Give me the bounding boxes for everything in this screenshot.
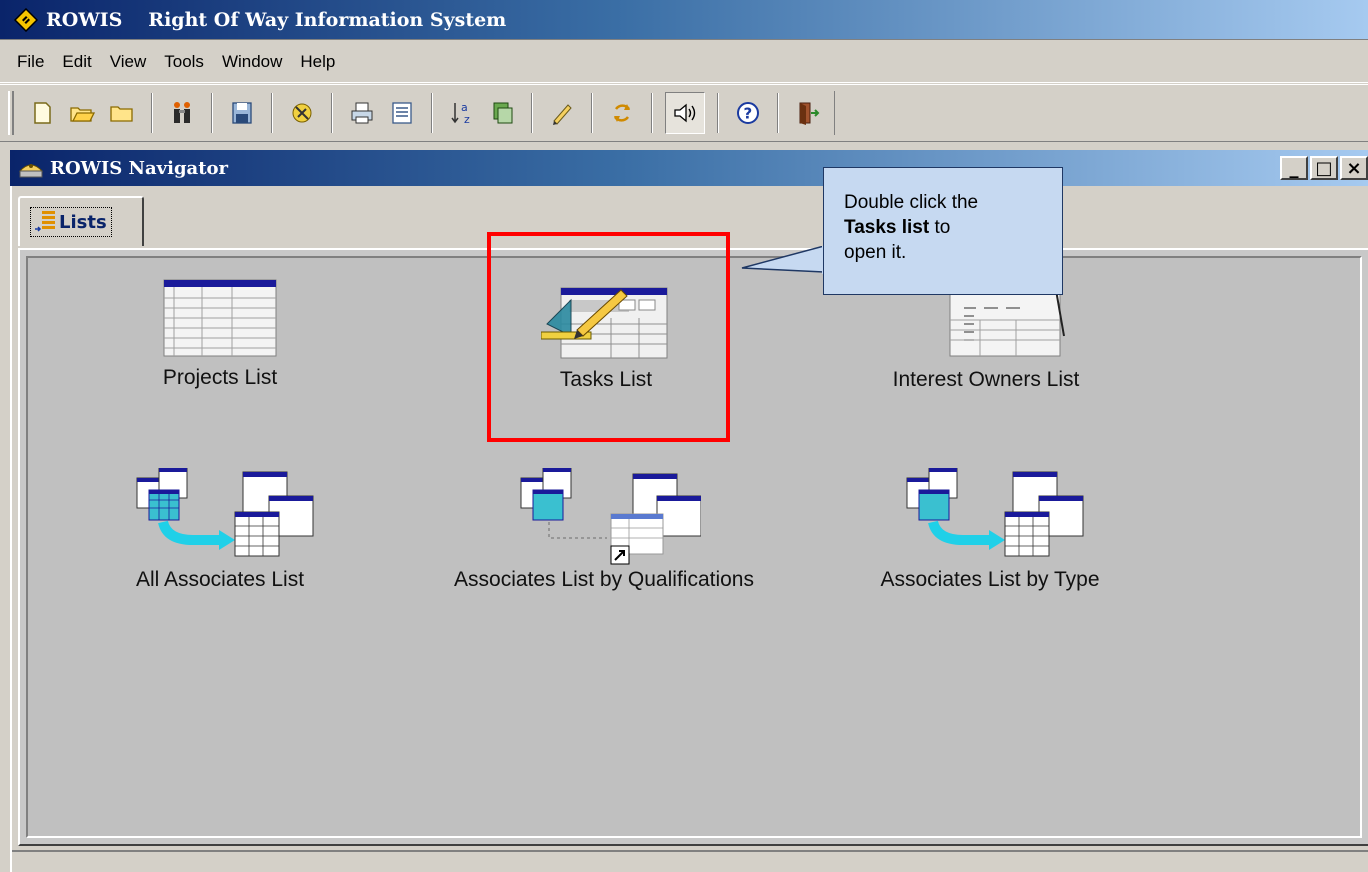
help-button[interactable]: ? [731,94,765,132]
sort-button[interactable]: az [445,94,479,132]
app-full-name: Right Of Way Information System [148,8,507,31]
help-icon: ? [737,102,759,124]
navigator-icon [18,164,44,178]
close-button[interactable]: × [1340,156,1368,180]
folder-button[interactable] [105,94,139,132]
projects-list-item[interactable]: Projects List [60,278,380,390]
projects-list-label: Projects List [162,366,278,389]
tab-focus-ring: Lists [30,207,112,237]
preview-button[interactable] [385,94,419,132]
callout-bold-text: Tasks list [844,217,930,238]
tasks-button[interactable] [285,94,319,132]
toolbar-grip[interactable] [8,91,14,135]
refresh-icon [613,104,631,122]
associates-qualifications-icon [520,468,701,565]
associates-qualifications-list-label: Associates List by Qualifications [454,568,754,591]
exit-button[interactable] [791,94,825,132]
interest-owners-list-label: Interest Owners List [892,368,1080,391]
associates-type-icon [906,468,1084,557]
toolbar-separator [271,93,273,133]
maximize-button[interactable]: □ [1310,156,1338,180]
interest-owners-list-icon [949,287,1065,357]
open-folder-icon [70,107,96,122]
menu-help[interactable]: Help [291,48,344,76]
toolbar-separator [151,93,153,133]
window-controls: _ □ × [1278,156,1368,180]
toolbar-separator [777,93,779,133]
toolbar-separator [591,93,593,133]
toolbar-separator [531,93,533,133]
sound-icon [674,103,696,123]
edit-button[interactable] [545,94,579,132]
find-people-button[interactable] [165,94,199,132]
open-button[interactable] [65,94,99,132]
tab-lists-label: Lists [59,211,107,233]
svg-text:?: ? [744,105,753,123]
associates-type-list-label: Associates List by Type [880,568,1100,591]
svg-text:z: z [464,113,470,126]
menu-edit[interactable]: Edit [53,48,100,76]
menu-view[interactable]: View [101,48,156,76]
save-button[interactable] [225,94,259,132]
all-associates-list-label: All Associates List [135,568,305,591]
interest-owners-list-item[interactable]: Interest Owners List [826,284,1146,392]
find-people-icon [174,102,190,123]
menu-file[interactable]: File [8,48,53,76]
callout-pointer [741,246,830,274]
filter-icon [493,102,513,124]
tasks-icon [292,103,312,123]
preview-icon [392,102,412,124]
projects-list-icon [163,279,277,357]
associates-type-list-item[interactable]: Associates List by Type [830,468,1150,592]
refresh-button[interactable] [605,94,639,132]
menu-bar: File Edit View Tools Window Help [0,41,1368,83]
new-document-icon [34,102,51,124]
callout-line-3: open it. [844,242,907,263]
edit-pen-icon [553,104,572,125]
toolbar-separator [331,93,333,133]
folder-icon [110,106,133,122]
filter-button[interactable] [485,94,519,132]
toolbar-separator [717,93,719,133]
menu-tools[interactable]: Tools [155,48,213,76]
toolbar-separator [651,93,653,133]
sort-az-icon: az [451,101,470,126]
status-strip [12,850,1368,872]
save-icon [232,102,252,124]
tasks-list-highlight [487,232,730,442]
callout-line-2: Tasks list to [844,215,1046,240]
app-short-name: ROWIS [46,8,123,31]
all-associates-list-item[interactable]: All Associates List [60,468,380,592]
exit-door-icon [799,102,820,125]
toolbar-end [834,91,836,135]
all-associates-list-icon [136,468,314,557]
menu-window[interactable]: Window [213,48,291,76]
callout-line-1: Double click the [844,192,979,213]
toolbar: az ? [0,84,1368,142]
sound-button[interactable] [665,92,705,134]
callout-line-2-rest: to [929,217,951,238]
minimize-button[interactable]: _ [1280,156,1308,180]
navigator-title: ROWIS Navigator [50,157,229,179]
associates-qualifications-list-item[interactable]: Associates List by Qualifications [444,468,764,592]
print-button[interactable] [345,94,379,132]
app-title-bar: ROWIS Right Of Way Information System [0,0,1368,40]
lists-tab-icon [35,211,55,232]
tab-lists[interactable]: Lists [18,196,144,246]
toolbar-separator [211,93,213,133]
new-button[interactable] [25,94,59,132]
print-icon [351,102,373,124]
instruction-callout: Double click the Tasks list to open it. [823,167,1063,295]
navigator-title-bar: ROWIS Navigator _ □ × [10,150,1368,186]
rowis-logo-icon [14,7,38,32]
toolbar-separator [431,93,433,133]
